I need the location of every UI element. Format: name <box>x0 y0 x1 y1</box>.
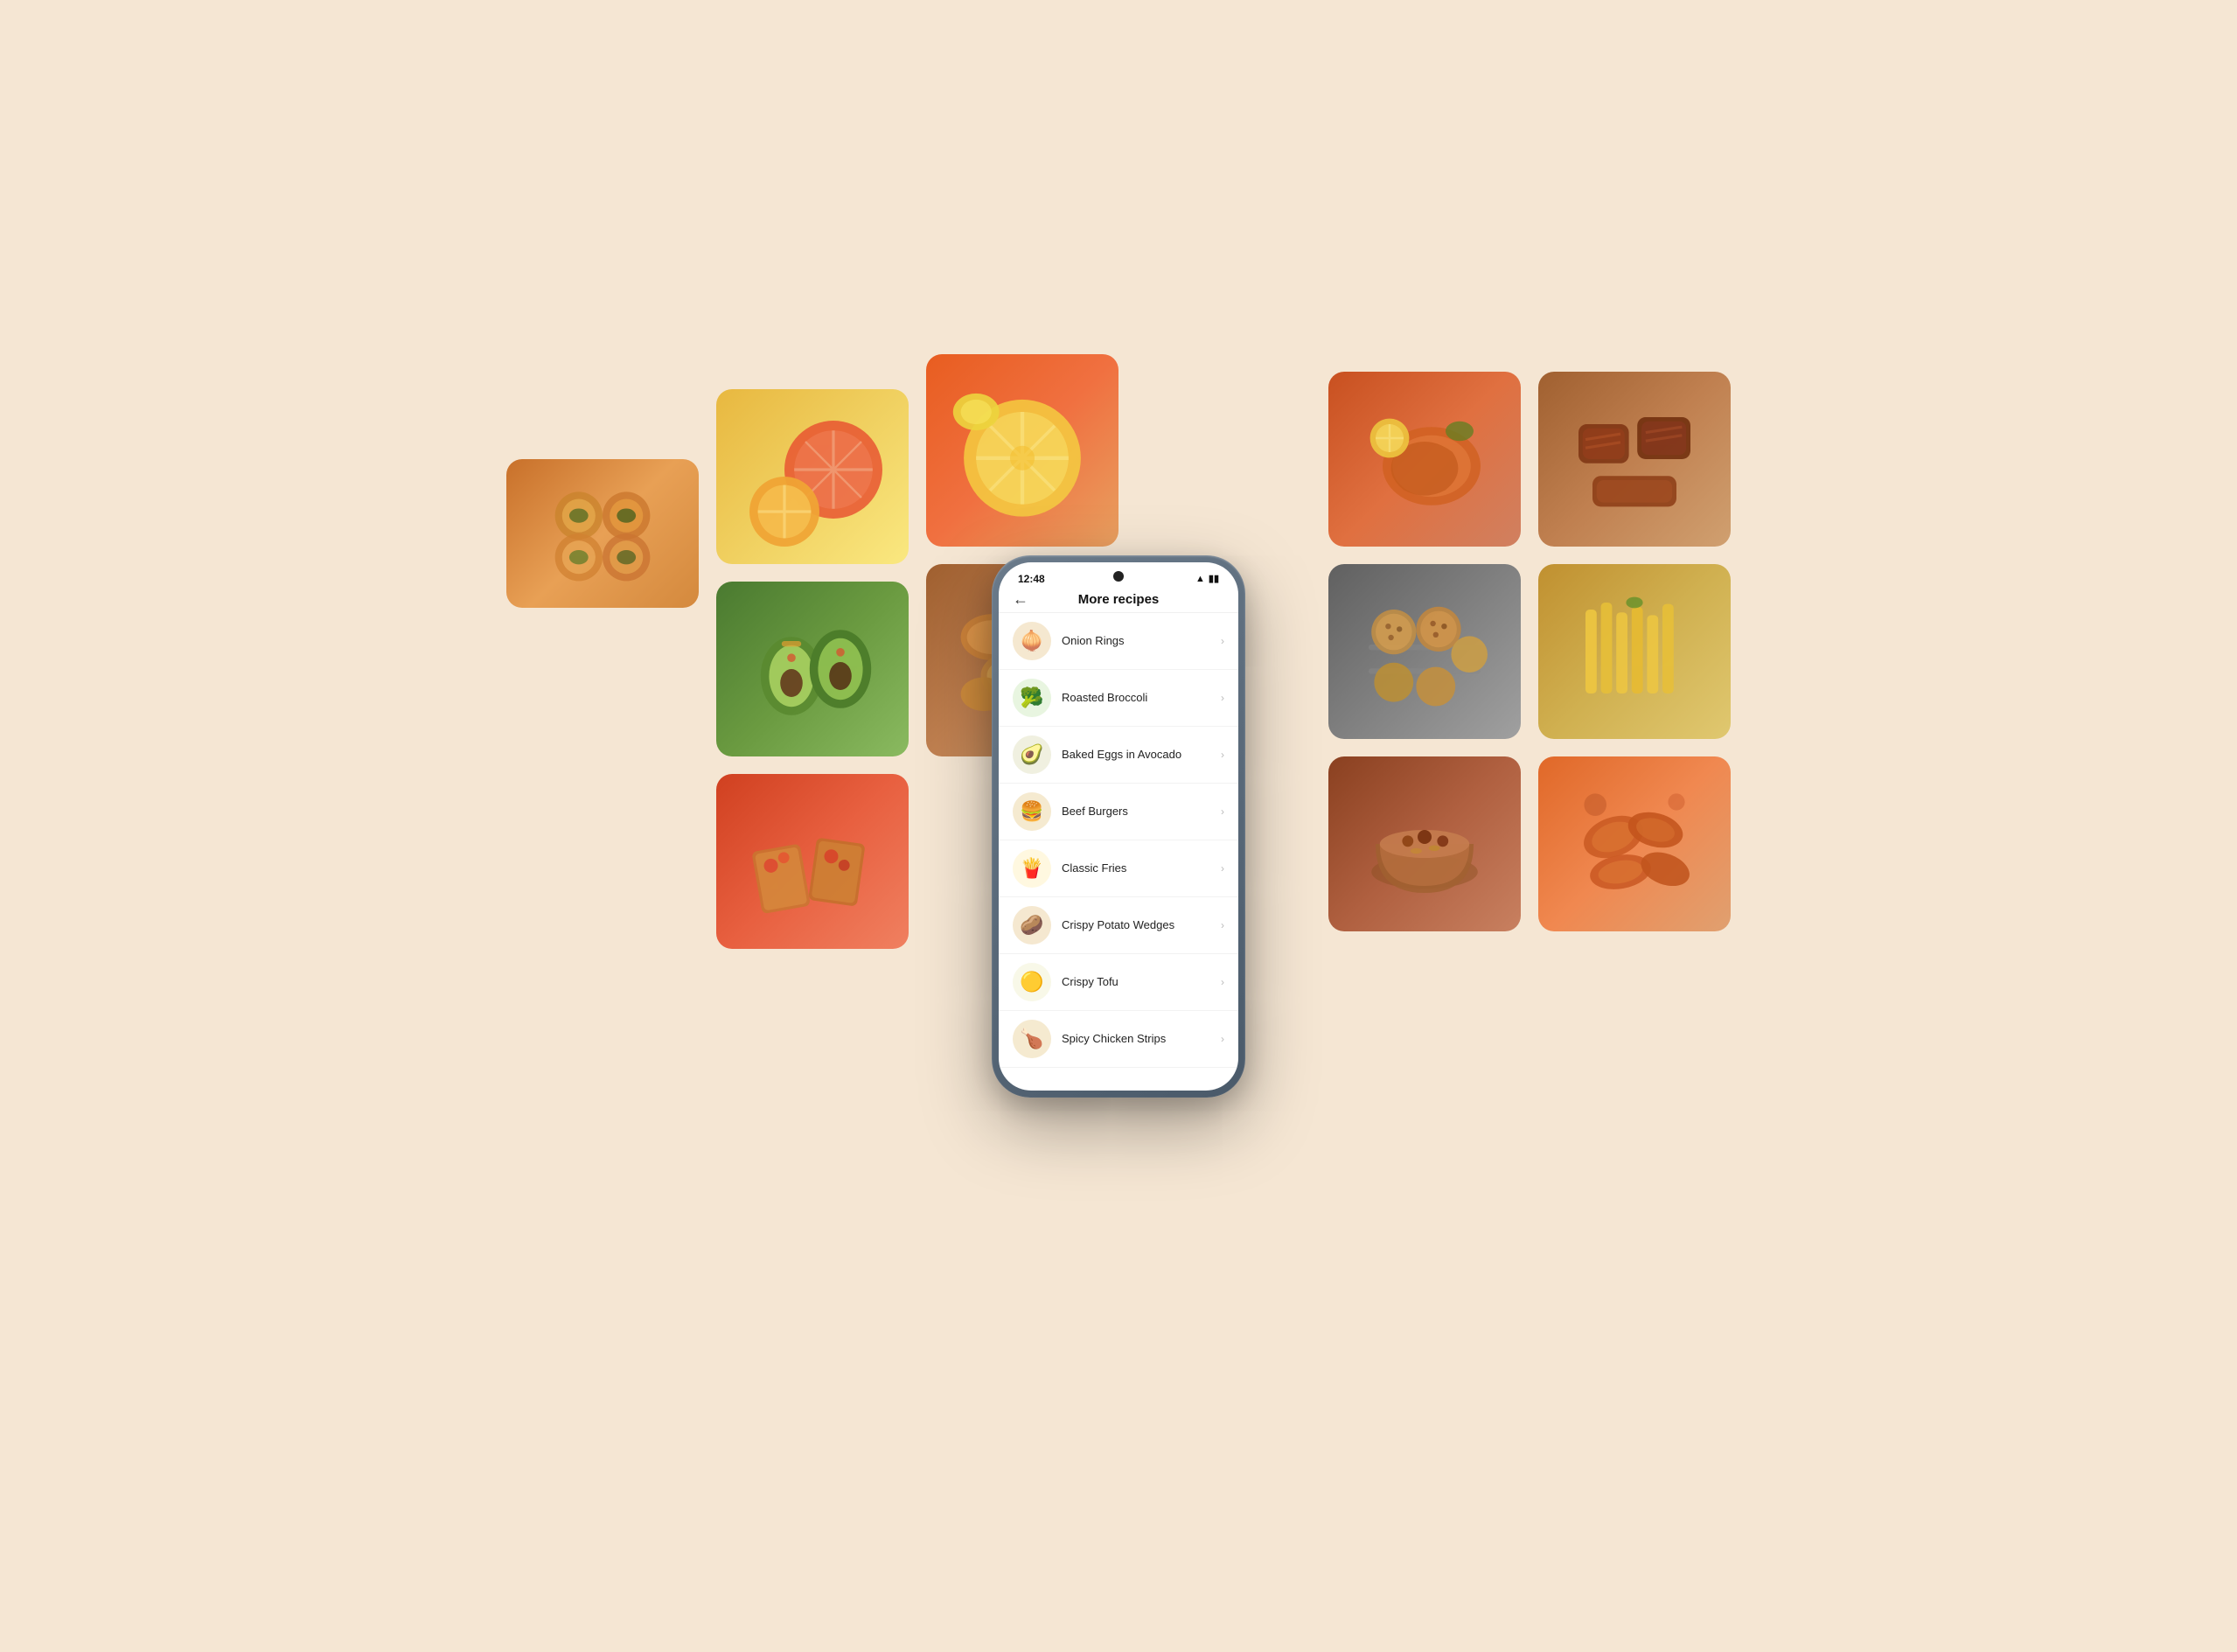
food-tile-r2 <box>1538 372 1731 547</box>
recipe-chevron-beef-burgers: › <box>1221 805 1224 818</box>
food-tile-r3 <box>1328 564 1521 739</box>
back-button[interactable]: ← <box>1013 590 1028 609</box>
recipe-item-baked-eggs-avocado[interactable]: 🥑 Baked Eggs in Avocado › <box>999 727 1238 784</box>
recipe-item-roasted-broccoli[interactable]: 🥦 Roasted Broccoli › <box>999 670 1238 727</box>
recipe-name-crispy-tofu: Crispy Tofu <box>1062 975 1210 988</box>
app-title: More recipes <box>1078 592 1160 607</box>
recipe-thumb-crispy-tofu: 🟡 <box>1013 963 1051 1001</box>
food-tile-l1 <box>506 459 699 608</box>
recipe-list: 🧅 Onion Rings › 🥦 Roasted Broccoli › 🥑 B… <box>999 613 1238 1071</box>
recipe-thumb-beef-burgers: 🍔 <box>1013 792 1051 831</box>
recipe-thumb-spicy-chicken-strips: 🍗 <box>1013 1020 1051 1058</box>
food-tile-r6 <box>1538 756 1731 931</box>
recipe-item-spicy-chicken-strips[interactable]: 🍗 Spicy Chicken Strips › <box>999 1011 1238 1068</box>
recipe-item-beef-burgers[interactable]: 🍔 Beef Burgers › <box>999 784 1238 840</box>
phone-wrapper: 12:48 ▲ ▮▮ ← More recipes 🧅 Onion Rings … <box>992 555 1245 1098</box>
recipe-chevron-roasted-broccoli: › <box>1221 692 1224 704</box>
food-tile-r1 <box>1328 372 1521 547</box>
recipe-thumb-baked-eggs-avocado: 🥑 <box>1013 735 1051 774</box>
recipe-chevron-classic-fries: › <box>1221 862 1224 875</box>
food-tile-l2 <box>716 389 909 564</box>
recipe-name-baked-eggs-avocado: Baked Eggs in Avocado <box>1062 748 1210 761</box>
battery-icon: ▮▮ <box>1209 573 1219 584</box>
recipe-name-beef-burgers: Beef Burgers <box>1062 805 1210 818</box>
food-tile-r5 <box>1328 756 1521 931</box>
recipe-name-crispy-potato-wedges: Crispy Potato Wedges <box>1062 918 1210 931</box>
phone-screen: 12:48 ▲ ▮▮ ← More recipes 🧅 Onion Rings … <box>999 562 1238 1091</box>
recipe-name-classic-fries: Classic Fries <box>1062 861 1210 875</box>
recipe-name-onion-rings: Onion Rings <box>1062 634 1210 647</box>
recipe-chevron-baked-eggs-avocado: › <box>1221 749 1224 761</box>
recipe-thumb-onion-rings: 🧅 <box>1013 622 1051 660</box>
wifi-icon: ▲ <box>1195 574 1205 584</box>
recipe-item-onion-rings[interactable]: 🧅 Onion Rings › <box>999 613 1238 670</box>
recipe-chevron-onion-rings: › <box>1221 635 1224 647</box>
app-header: ← More recipes <box>999 587 1238 613</box>
recipe-thumb-crispy-potato-wedges: 🥔 <box>1013 906 1051 944</box>
food-tile-l4 <box>926 354 1118 547</box>
recipe-chevron-crispy-potato-wedges: › <box>1221 919 1224 931</box>
recipe-name-roasted-broccoli: Roasted Broccoli <box>1062 691 1210 704</box>
recipe-chevron-spicy-chicken-strips: › <box>1221 1033 1224 1045</box>
recipe-item-classic-fries[interactable]: 🍟 Classic Fries › <box>999 840 1238 897</box>
recipe-chevron-crispy-tofu: › <box>1221 976 1224 988</box>
recipe-thumb-roasted-broccoli: 🥦 <box>1013 679 1051 717</box>
status-icons: ▲ ▮▮ <box>1195 573 1219 584</box>
phone-outer: 12:48 ▲ ▮▮ ← More recipes 🧅 Onion Rings … <box>992 555 1245 1098</box>
recipe-item-crispy-tofu[interactable]: 🟡 Crispy Tofu › <box>999 954 1238 1011</box>
recipe-name-spicy-chicken-strips: Spicy Chicken Strips <box>1062 1032 1210 1045</box>
recipe-item-crispy-potato-wedges[interactable]: 🥔 Crispy Potato Wedges › <box>999 897 1238 954</box>
recipe-thumb-classic-fries: 🍟 <box>1013 849 1051 888</box>
status-time: 12:48 <box>1018 573 1045 585</box>
camera-notch <box>1113 571 1124 582</box>
food-tile-r4 <box>1538 564 1731 739</box>
food-tile-l3 <box>716 582 909 756</box>
scene: 12:48 ▲ ▮▮ ← More recipes 🧅 Onion Rings … <box>506 302 1731 1351</box>
food-tile-l6 <box>716 774 909 949</box>
